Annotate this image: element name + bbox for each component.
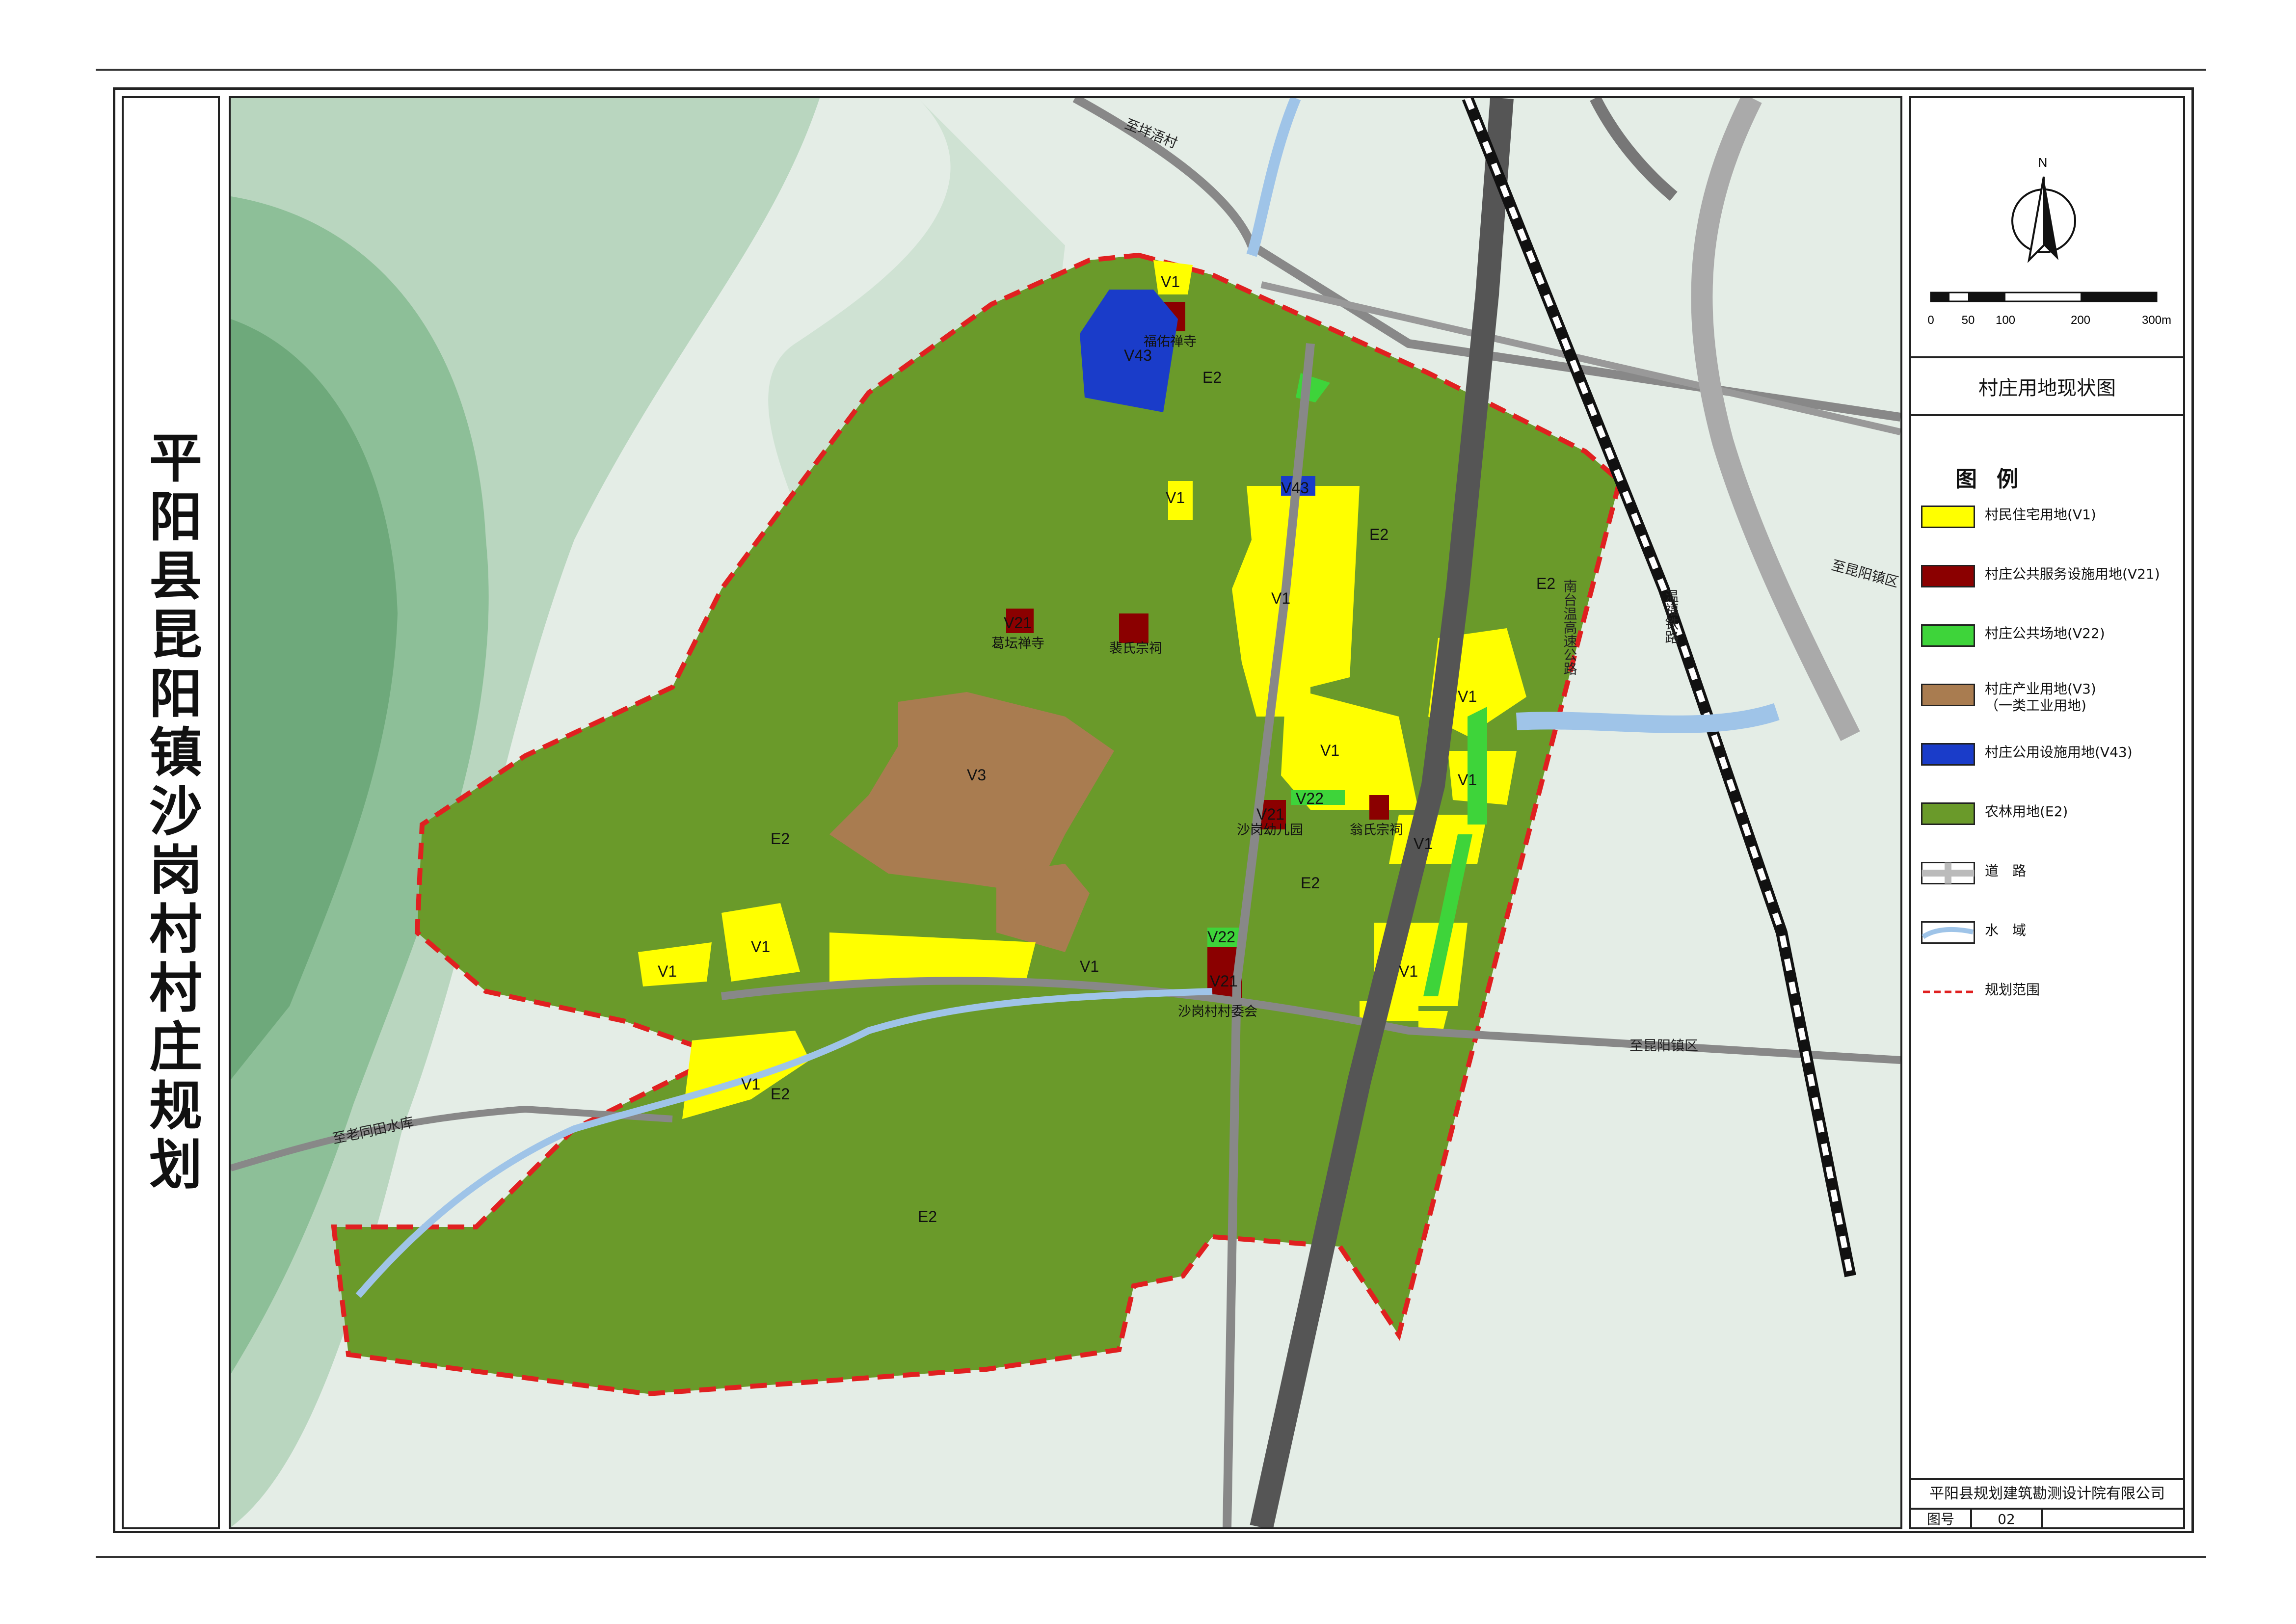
figure-number-row: 图号 02 xyxy=(1911,1508,2183,1529)
label-e2-b: E2 xyxy=(1369,526,1388,543)
label-e2-f: E2 xyxy=(1536,575,1555,592)
label-v1-d: V1 xyxy=(1458,771,1477,789)
figure-number-value: 02 xyxy=(1972,1510,2043,1529)
label-v1-h: V1 xyxy=(751,938,770,956)
swatch-e2 xyxy=(1921,802,1975,825)
zone-v21-pei[interactable] xyxy=(1119,613,1148,643)
bottom-rule xyxy=(96,1556,2206,1558)
swatch-v1 xyxy=(1921,506,1975,528)
label-v43-b: V43 xyxy=(1281,479,1309,497)
legend-label-road: 道 路 xyxy=(1985,863,2027,879)
label-e2-g: E2 xyxy=(771,1085,790,1103)
legend-item-v21: 村庄公共服务设施用地(V21) xyxy=(1921,565,2186,624)
scale-tick-50: 50 xyxy=(1962,314,1975,327)
label-v21-kindergarten: V21 xyxy=(1256,805,1284,823)
legend-label-boundary: 规划范围 xyxy=(1985,982,2040,998)
north-arrow-icon: N 0 50 100 200 300m xyxy=(1927,155,2171,327)
label-v21-committee: V21 xyxy=(1210,972,1238,990)
water-icon xyxy=(1921,921,1975,944)
legend-label-v43: 村庄公用设施用地(V43) xyxy=(1985,744,2133,760)
label-to-kunyang-2: 至昆阳镇区 xyxy=(1629,1038,1698,1054)
compass-needle-left xyxy=(2027,176,2045,263)
legend-label-v22: 村庄公共场地(V22) xyxy=(1985,625,2105,641)
side-panel: N 0 50 100 200 300m 村庄用地现状图 图例 村民住宅用地(V1… xyxy=(1909,96,2185,1529)
label-v1-k: V1 xyxy=(1161,273,1180,291)
label-e2-a: E2 xyxy=(1202,369,1222,386)
label-v22-a: V22 xyxy=(1296,790,1324,807)
scale-tick-300: 300m xyxy=(2142,314,2171,327)
label-e2-e: E2 xyxy=(1301,874,1320,892)
legend-item-water: 水 域 xyxy=(1921,921,2186,981)
label-v1-c: V1 xyxy=(1458,688,1477,705)
top-rule xyxy=(96,69,2206,71)
legend-item-v3: 村庄产业用地(V3) （一类工业用地) xyxy=(1921,681,2186,743)
scale-tick-0: 0 xyxy=(1927,314,1934,327)
label-v1-b: V1 xyxy=(1320,742,1339,759)
legend-item-v22: 村庄公共场地(V22) xyxy=(1921,624,2186,684)
land-use-map[interactable]: V43 V1 V1 V1 V1 V1 V1 V1 V1 V1 V1 V1 V1 … xyxy=(231,98,1900,1527)
scale-bar xyxy=(1930,292,2158,302)
label-v1-f: V1 xyxy=(1399,962,1418,980)
legend-label-v1: 村民住宅用地(V1) xyxy=(1985,506,2096,523)
label-v1-a: V1 xyxy=(1271,589,1290,607)
label-v1-l: V1 xyxy=(1166,489,1185,506)
legend-item-v1: 村民住宅用地(V1) xyxy=(1921,506,2186,565)
scale-tick-100: 100 xyxy=(1996,314,2015,327)
sheet-title: 村庄用地现状图 xyxy=(1978,377,2116,399)
label-expressway: 南台温高速公路 xyxy=(1562,579,1578,675)
label-v3: V3 xyxy=(967,766,986,784)
label-v1-g: V1 xyxy=(1080,958,1099,975)
legend-item-boundary: 规划范围 xyxy=(1921,981,2186,1040)
legend-label-e2: 农林用地(E2) xyxy=(1985,803,2068,820)
legend-label-v3: 村庄产业用地(V3) （一类工业用地) xyxy=(1985,681,2096,714)
scale-tick-200: 200 xyxy=(2071,314,2090,327)
compass-block: N 0 50 100 200 300m xyxy=(1911,98,2183,358)
swatch-v22 xyxy=(1921,624,1975,647)
place-pei-ancestral: 裴氏宗祠 xyxy=(1109,641,1162,656)
label-v1-e: V1 xyxy=(1414,835,1433,852)
map-panel[interactable]: V43 V1 V1 V1 V1 V1 V1 V1 V1 V1 V1 V1 V1 … xyxy=(229,96,1902,1529)
title-column: 平阳县昆阳镇沙岗村村庄规划 xyxy=(122,96,220,1529)
legend-item-v43: 村庄公用设施用地(V43) xyxy=(1921,743,2186,802)
figure-number-label: 图号 xyxy=(1911,1510,1972,1529)
page-title: 平阳县昆阳镇沙岗村村庄规划 xyxy=(140,430,202,1196)
swatch-v43 xyxy=(1921,743,1975,766)
label-railway: 温福铁路 xyxy=(1663,589,1680,644)
boundary-icon xyxy=(1923,990,1973,993)
company-name: 平阳县规划建筑勘测设计院有限公司 xyxy=(1911,1478,2183,1508)
legend-title: 图例 xyxy=(1955,467,2038,492)
north-label: N xyxy=(2038,155,2048,170)
legend-item-road: 道 路 xyxy=(1921,862,2186,921)
label-e2-d: E2 xyxy=(918,1208,937,1225)
label-v1-j: V1 xyxy=(741,1075,760,1093)
place-getan-temple: 葛坛禅寺 xyxy=(991,636,1044,651)
place-village-committee: 沙岗村村委会 xyxy=(1178,1004,1257,1019)
legend-label-water: 水 域 xyxy=(1985,922,2027,938)
swatch-v21 xyxy=(1921,565,1975,587)
legend: 村民住宅用地(V1) 村庄公共服务设施用地(V21) 村庄公共场地(V22) 村… xyxy=(1921,506,2186,1040)
label-v1-i: V1 xyxy=(658,962,677,980)
label-e2-c: E2 xyxy=(771,830,790,848)
legend-item-e2: 农林用地(E2) xyxy=(1921,802,2186,862)
swatch-v3 xyxy=(1921,684,1975,706)
compass-needle-right xyxy=(2044,177,2058,260)
sheet-title-block: 村庄用地现状图 xyxy=(1911,358,2183,416)
zone-v22-c[interactable] xyxy=(1468,707,1487,825)
label-v21-getan: V21 xyxy=(1004,614,1032,632)
legend-label-v21: 村庄公共服务设施用地(V21) xyxy=(1985,566,2160,582)
place-weng-ancestral: 翁氏宗祠 xyxy=(1350,823,1403,838)
zone-v21-weng[interactable] xyxy=(1369,795,1389,820)
place-fuqing-temple: 福佑禅寺 xyxy=(1144,334,1197,349)
label-v22-b: V22 xyxy=(1207,928,1235,946)
place-kindergarten: 沙岗幼儿园 xyxy=(1237,823,1303,838)
road-icon xyxy=(1921,862,1975,884)
